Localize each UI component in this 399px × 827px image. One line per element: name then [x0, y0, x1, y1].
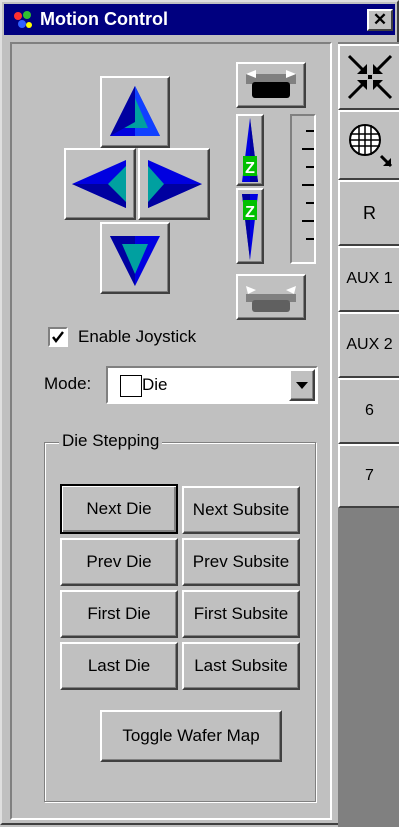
mode-label: Mode: [44, 374, 92, 393]
enable-joystick-checkbox[interactable] [48, 327, 68, 347]
jog-down-button[interactable] [100, 222, 170, 294]
collapse-arrows-icon [347, 54, 392, 100]
window-title: Motion Control [40, 9, 168, 29]
prev-subsite-button[interactable]: Prev Subsite [182, 538, 300, 586]
next-subsite-button[interactable]: Next Subsite [182, 486, 300, 534]
arrow-down-icon [110, 236, 160, 286]
z-up-button[interactable]: Z [236, 114, 264, 186]
jog-left-button[interactable] [64, 148, 136, 220]
app-icon [14, 11, 32, 28]
arrow-left-icon [72, 160, 126, 208]
mode-value: Die [142, 375, 168, 394]
last-die-button[interactable]: Last Die [60, 642, 178, 690]
toggle-wafer-map-button[interactable]: Toggle Wafer Map [100, 710, 282, 762]
arrow-up-icon [110, 86, 160, 136]
tab-wafer-map[interactable] [338, 110, 399, 180]
tab-r[interactable]: R [338, 180, 399, 246]
z-position-scale [290, 114, 316, 264]
jog-right-button[interactable] [138, 148, 210, 220]
first-subsite-button[interactable]: First Subsite [182, 590, 300, 638]
z-down-button[interactable]: Z [236, 188, 264, 264]
enable-joystick-label[interactable]: Enable Joystick [78, 327, 196, 347]
z-up-icon: Z [242, 118, 258, 182]
mode-color-swatch [120, 375, 142, 397]
tab-aux-2[interactable]: AUX 2 [338, 312, 399, 378]
arrow-right-icon [148, 160, 202, 208]
z-bottom-button[interactable] [236, 274, 306, 320]
motion-control-window: Motion Control ✕ Z Z Enable Joystick Mod… [0, 0, 399, 827]
tab-6[interactable]: 6 [338, 378, 399, 444]
jog-up-button[interactable] [100, 76, 170, 148]
checkmark-icon [52, 331, 64, 343]
tab-7[interactable]: 7 [338, 444, 399, 508]
prev-die-button[interactable]: Prev Die [60, 538, 178, 586]
last-subsite-button[interactable]: Last Subsite [182, 642, 300, 690]
close-button[interactable]: ✕ [367, 9, 393, 31]
z-top-button[interactable] [236, 62, 306, 108]
side-tab-strip: R AUX 1 AUX 2 6 7 [338, 42, 399, 827]
first-die-button[interactable]: First Die [60, 590, 178, 638]
z-up-label: Z [245, 160, 255, 177]
title-bar[interactable]: Motion Control ✕ [4, 4, 395, 35]
tab-collapse[interactable] [338, 44, 399, 110]
mode-dropdown-button[interactable] [289, 369, 315, 401]
tab-aux-1[interactable]: AUX 1 [338, 246, 399, 312]
next-die-button[interactable]: Next Die [60, 484, 178, 534]
chevron-down-icon [296, 382, 308, 389]
z-down-label: Z [245, 204, 255, 221]
mode-select[interactable]: Die [106, 366, 318, 404]
die-stepping-title: Die Stepping [59, 431, 163, 451]
wafer-grid-icon [348, 124, 392, 168]
z-down-icon: Z [242, 194, 258, 260]
chuck-up-icon [246, 70, 296, 98]
chuck-down-icon [246, 286, 296, 312]
